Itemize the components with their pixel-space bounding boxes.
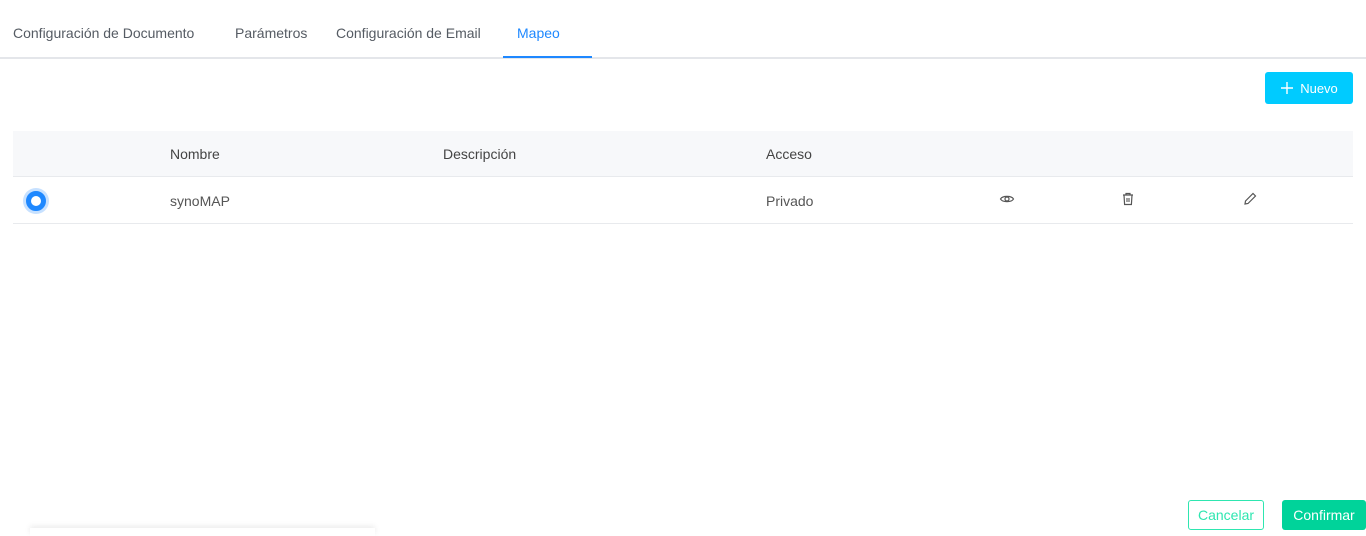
delete-trash-icon[interactable] (1120, 191, 1136, 207)
row-select-radio[interactable] (26, 191, 46, 211)
tab-bar: Configuración de Documento Parámetros Co… (0, 0, 1366, 59)
edit-pencil-icon[interactable] (1242, 191, 1258, 207)
tab-mapeo[interactable]: Mapeo (517, 25, 560, 41)
active-tab-indicator (503, 56, 592, 58)
table-row: synoMAP Privado (13, 177, 1353, 224)
new-button[interactable]: Nuevo (1265, 72, 1353, 104)
cancel-button[interactable]: Cancelar (1188, 500, 1264, 530)
cell-acceso: Privado (766, 193, 814, 209)
confirm-button[interactable]: Confirmar (1282, 500, 1366, 530)
tab-configuracion-email[interactable]: Configuración de Email (336, 25, 481, 41)
new-button-label: Nuevo (1300, 80, 1338, 96)
cell-nombre: synoMAP (170, 193, 230, 209)
panel-shadow (30, 528, 375, 536)
view-eye-icon[interactable] (999, 191, 1015, 207)
plus-icon (1281, 82, 1294, 94)
column-header-nombre: Nombre (170, 146, 220, 162)
table-header: Nombre Descripción Acceso (13, 131, 1353, 177)
column-header-acceso: Acceso (766, 146, 812, 162)
tab-configuracion-documento[interactable]: Configuración de Documento (13, 25, 194, 41)
tab-parametros[interactable]: Parámetros (235, 25, 307, 41)
column-header-descripcion: Descripción (443, 146, 517, 162)
